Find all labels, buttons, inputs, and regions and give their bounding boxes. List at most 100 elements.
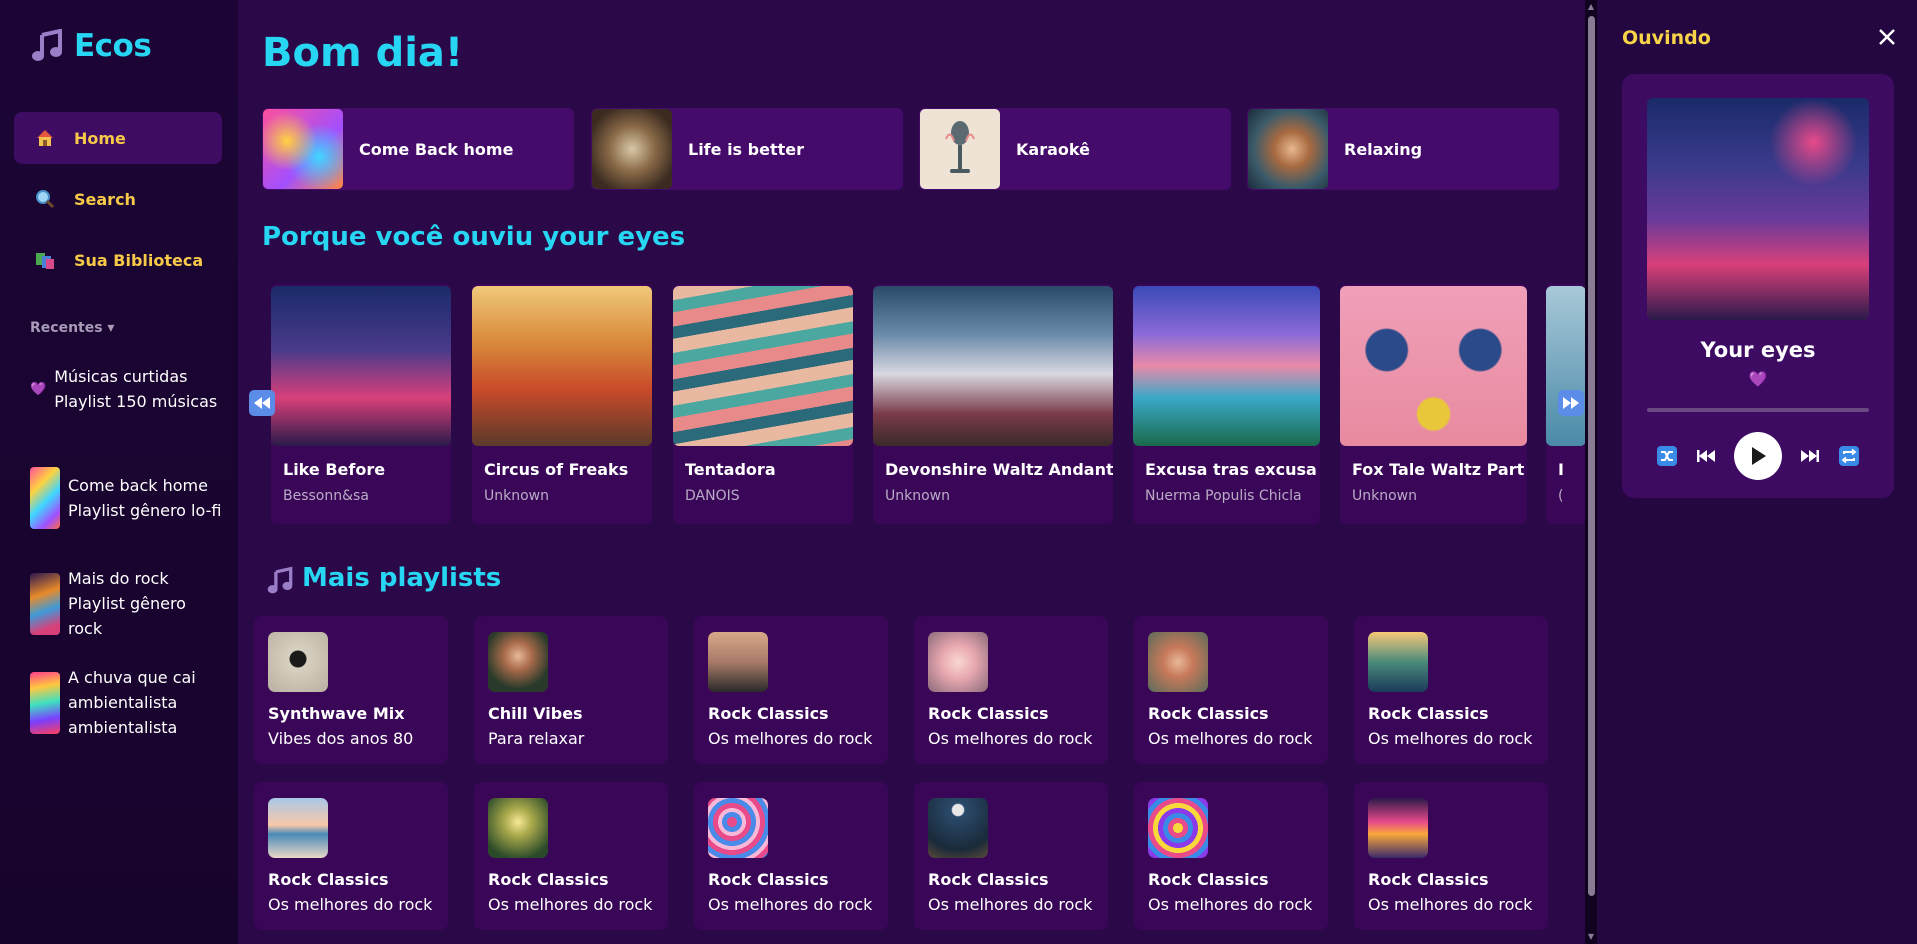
playlist-title: Rock Classics bbox=[708, 704, 829, 723]
playlist-cover-image bbox=[263, 109, 343, 189]
playlist-card[interactable]: Synthwave Mix Vibes dos anos 80 bbox=[254, 616, 448, 764]
playlist-card[interactable]: Rock Classics Os melhores do rock bbox=[1134, 782, 1328, 930]
playlist-card[interactable]: Rock Classics Os melhores do rock bbox=[914, 782, 1108, 930]
previous-button[interactable] bbox=[1696, 448, 1716, 464]
playlist-subtitle: Para relaxar bbox=[488, 729, 585, 748]
carousel-prev-button[interactable] bbox=[249, 390, 275, 416]
now-playing-header: Ouvindo bbox=[1622, 27, 1711, 49]
playlist-card[interactable]: Rock Classics Os melhores do rock bbox=[1354, 782, 1548, 930]
next-track-icon bbox=[1801, 450, 1819, 462]
playlist-cover-image bbox=[928, 798, 988, 858]
song-card[interactable]: Circus of Freaks Unknown bbox=[472, 284, 652, 524]
app-name: Ecos bbox=[74, 28, 152, 64]
playlist-card[interactable]: Rock Classics Os melhores do rock bbox=[1354, 616, 1548, 764]
song-title: Like Before bbox=[283, 460, 386, 479]
playlist-subtitle: Os melhores do rock bbox=[708, 729, 873, 748]
scroll-down-arrow-icon[interactable]: ▼ bbox=[1586, 932, 1596, 942]
playlist-subtitle: Os melhores do rock bbox=[1148, 729, 1313, 748]
play-button[interactable] bbox=[1734, 432, 1782, 480]
song-title: I bbox=[1558, 460, 1564, 479]
cover-icon bbox=[30, 572, 60, 635]
fast-forward-icon bbox=[1563, 397, 1579, 409]
song-cover-image bbox=[1340, 286, 1527, 446]
quick-card-come-back-home[interactable]: Come Back home bbox=[262, 108, 574, 190]
recent-item-chuva[interactable]: A chuva que cai ambientalista ambientali… bbox=[30, 665, 225, 740]
playlist-subtitle: Os melhores do rock bbox=[1368, 729, 1533, 748]
song-artist: Bessonn&sa bbox=[283, 488, 369, 504]
recent-item-come-back-home[interactable]: Come back home Playlist gênero lo-fi bbox=[30, 467, 225, 529]
song-cover-image bbox=[673, 286, 853, 446]
song-card[interactable]: Excusa tras excusa Nuerma Populis Chicla bbox=[1133, 284, 1320, 524]
previous-track-icon bbox=[1697, 450, 1715, 462]
playlist-card[interactable]: Rock Classics Os melhores do rock bbox=[914, 616, 1108, 764]
song-cover-image bbox=[1133, 286, 1320, 446]
music-note-icon bbox=[266, 566, 294, 596]
song-card[interactable]: Tentadora DANOIS bbox=[673, 284, 853, 524]
sidebar: Ecos Home Search Sua Biblioteca Recentes… bbox=[0, 0, 238, 944]
nav-library[interactable]: Sua Biblioteca bbox=[14, 234, 222, 286]
recent-item-label: Mais do rock Playlist gênero rock bbox=[68, 569, 186, 638]
song-title: Circus of Freaks bbox=[484, 460, 629, 479]
nav-search-label: Search bbox=[74, 189, 136, 209]
carousel-next-button[interactable] bbox=[1558, 390, 1584, 416]
recent-item-label: A chuva que cai ambientalista ambientali… bbox=[68, 668, 196, 737]
app-logo[interactable]: Ecos bbox=[30, 28, 152, 64]
song-cover-image bbox=[472, 286, 652, 446]
because-you-listened-title: Porque você ouviu your eyes bbox=[262, 222, 686, 252]
playlist-cover-image bbox=[1148, 632, 1208, 692]
playlist-title: Rock Classics bbox=[1368, 870, 1489, 889]
playlist-card[interactable]: Rock Classics Os melhores do rock bbox=[1134, 616, 1328, 764]
shuffle-button[interactable] bbox=[1656, 445, 1678, 467]
playlist-title: Rock Classics bbox=[1368, 704, 1489, 723]
playlist-cover-image bbox=[592, 109, 672, 189]
heart-icon: 💜 bbox=[30, 381, 47, 397]
recent-item-liked[interactable]: 💜 Músicas curtidas Playlist 150 músicas bbox=[30, 364, 225, 414]
quick-card-life-is-better[interactable]: Life is better bbox=[591, 108, 903, 190]
close-icon[interactable] bbox=[1875, 25, 1899, 49]
recent-item-label: Músicas curtidas Playlist 150 músicas bbox=[54, 367, 218, 411]
now-playing-panel: Ouvindo Your eyes 💜 bbox=[1597, 0, 1917, 944]
playlist-card[interactable]: Rock Classics Os melhores do rock bbox=[474, 782, 668, 930]
home-icon bbox=[34, 127, 56, 149]
playlist-cover-image bbox=[708, 632, 768, 692]
song-artist: Unknown bbox=[484, 488, 549, 504]
liked-heart-icon[interactable]: 💜 bbox=[1622, 370, 1894, 388]
now-playing-card: Your eyes 💜 bbox=[1622, 74, 1894, 498]
quick-card-relaxing[interactable]: Relaxing bbox=[1247, 108, 1559, 190]
playlist-title: Rock Classics bbox=[1148, 704, 1269, 723]
recent-item-label: Come back home Playlist gênero lo-fi bbox=[68, 476, 222, 520]
scrollbar-thumb[interactable] bbox=[1588, 16, 1595, 896]
recent-header[interactable]: Recentes ▾ bbox=[30, 320, 114, 336]
song-card[interactable]: Devonshire Waltz Andante Unknown bbox=[873, 284, 1113, 524]
song-artist: DANOIS bbox=[685, 488, 740, 504]
progress-bar[interactable] bbox=[1647, 408, 1869, 412]
playlist-card[interactable]: Rock Classics Os melhores do rock bbox=[254, 782, 448, 930]
song-card[interactable]: Like Before Bessonn&sa bbox=[271, 284, 451, 524]
playlist-card[interactable]: Rock Classics Os melhores do rock bbox=[694, 616, 888, 764]
recent-item-rock[interactable]: Mais do rock Playlist gênero rock bbox=[30, 566, 225, 641]
playlist-card[interactable]: Chill Vibes Para relaxar bbox=[474, 616, 668, 764]
playlist-subtitle: Os melhores do rock bbox=[1368, 895, 1533, 914]
song-cover-image bbox=[1546, 286, 1585, 446]
repeat-button[interactable] bbox=[1838, 445, 1860, 467]
playlist-title: Synthwave Mix bbox=[268, 704, 405, 723]
playlist-cover-image bbox=[488, 798, 548, 858]
playlist-subtitle: Os melhores do rock bbox=[928, 895, 1093, 914]
playlist-subtitle: Vibes dos anos 80 bbox=[268, 729, 414, 748]
quick-card-karaoke[interactable]: Karaokê bbox=[919, 108, 1231, 190]
nav-search[interactable]: Search bbox=[14, 173, 222, 225]
microphone-icon bbox=[945, 121, 975, 173]
song-card[interactable]: Fox Tale Waltz Part 1 Unknown bbox=[1340, 284, 1527, 524]
rewind-icon bbox=[254, 397, 270, 409]
nav-home[interactable]: Home bbox=[14, 112, 222, 164]
next-button[interactable] bbox=[1800, 448, 1820, 464]
playlist-title: Rock Classics bbox=[268, 870, 389, 889]
nav-library-label: Sua Biblioteca bbox=[74, 250, 204, 270]
song-title: Tentadora bbox=[685, 460, 776, 479]
main-scrollbar[interactable]: ▲ ▼ bbox=[1585, 0, 1597, 944]
scroll-up-arrow-icon[interactable]: ▲ bbox=[1586, 2, 1596, 12]
cover-icon bbox=[30, 671, 60, 734]
library-icon bbox=[34, 249, 56, 271]
song-title: Devonshire Waltz Andante bbox=[885, 460, 1113, 479]
playlist-card[interactable]: Rock Classics Os melhores do rock bbox=[694, 782, 888, 930]
